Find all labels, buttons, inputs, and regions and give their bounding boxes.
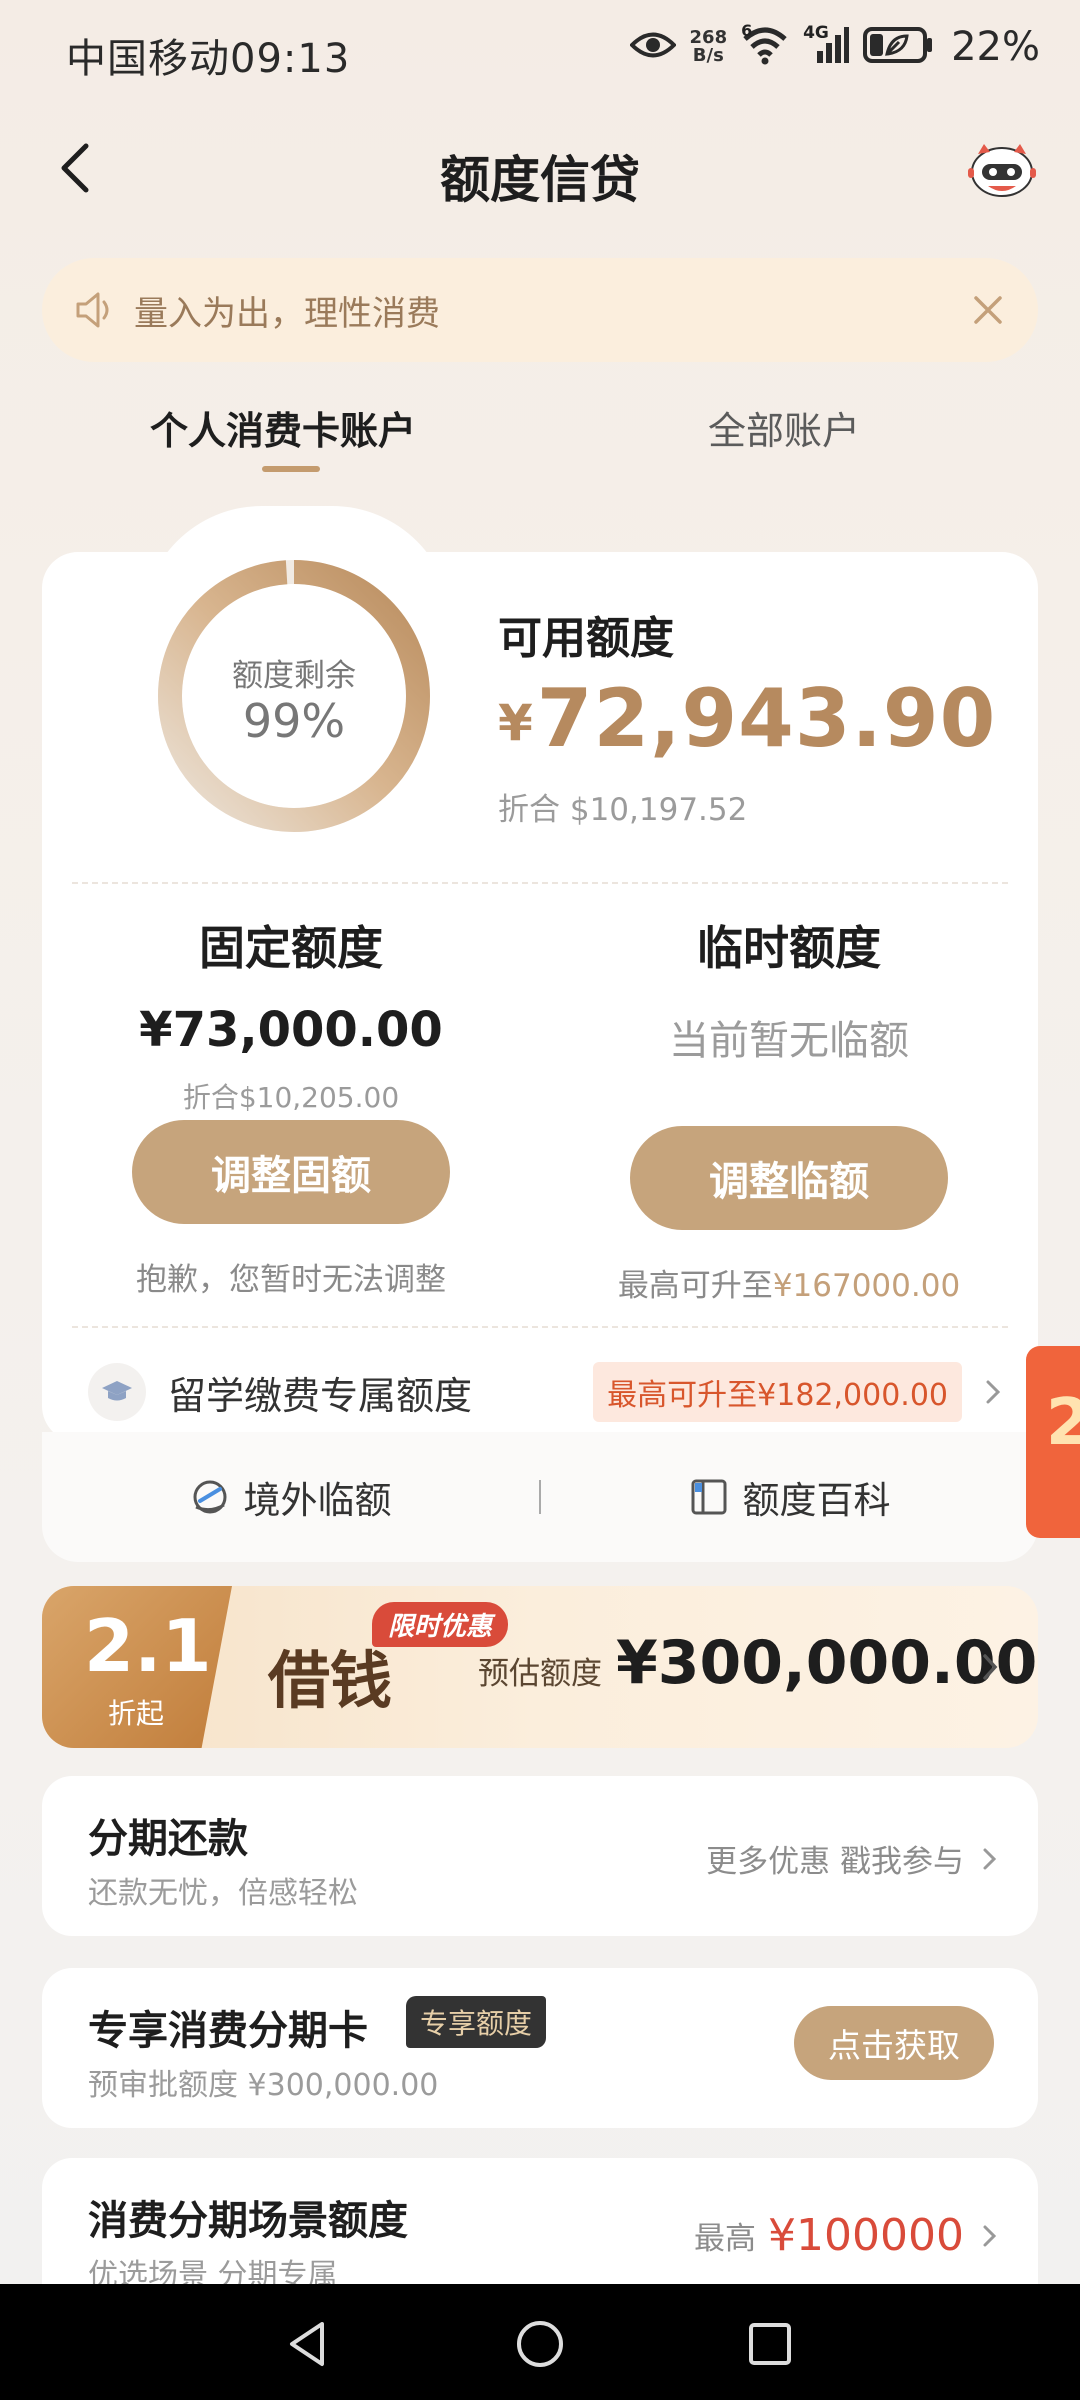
close-icon: [974, 296, 1002, 324]
limited-offer-tag: 限时优惠: [372, 1602, 509, 1647]
carrier-name: 中国移动: [66, 36, 230, 82]
battery-icon: [863, 26, 933, 68]
card-footer-links: 境外临额 额度百科: [42, 1432, 1038, 1562]
system-navigation-bar: [0, 2284, 1080, 2400]
quota-encyclopedia-label: 额度百科: [742, 1479, 891, 1522]
exclusive-card-title: 专享消费分期卡: [88, 2008, 368, 2054]
clock-time: 09:13: [230, 36, 351, 82]
wifi-badge: 6: [741, 21, 753, 40]
nav-bar: 额度信贷: [0, 110, 1080, 230]
get-exclusive-card-button[interactable]: 点击获取: [794, 2006, 994, 2080]
fixed-quota-note: 抱歉，您暂时无法调整: [136, 1262, 446, 1298]
loan-estimate-amount: ¥300,000.00: [616, 1628, 1038, 1698]
currency-symbol: ¥: [498, 694, 533, 752]
installment-repayment-card[interactable]: 分期还款 还款无忧，倍感轻松 更多优惠 戳我参与: [42, 1776, 1038, 1936]
study-abroad-quota-row[interactable]: 留学缴费专属额度 最高可升至¥182,000.00: [42, 1352, 1038, 1432]
speaker-icon: [76, 292, 109, 328]
recent-apps-square-icon[interactable]: [744, 2318, 796, 2370]
divider: [72, 1326, 1008, 1328]
cell-network-label: 4G: [803, 23, 829, 43]
floating-promo-tab[interactable]: 2: [1026, 1346, 1080, 1538]
graduation-cap-icon: [88, 1363, 146, 1421]
temporary-quota-section: 临时额度 当前暂无临额 调整临额 最高可升至¥167000.00: [540, 912, 1038, 1305]
scene-quota-max: 最高 ¥100000: [694, 2210, 998, 2261]
temporary-note-amount: ¥167000.00: [772, 1268, 961, 1304]
mascot-button[interactable]: [968, 140, 1036, 200]
back-triangle-icon[interactable]: [282, 2318, 334, 2370]
ring-percent: 99%: [242, 694, 346, 748]
installment-title: 分期还款: [88, 1816, 248, 1862]
available-amount-value: 72,943.90: [536, 672, 997, 765]
fixed-quota-amount: ¥73,000.00: [139, 1002, 443, 1058]
installment-promo-text: 更多优惠 戳我参与: [706, 1844, 964, 1880]
overseas-temp-quota-label: 境外临额: [243, 1479, 392, 1522]
net-speed-unit: B/s: [692, 45, 724, 66]
page: 中国移动09:13 268 B/s 6 4G 22% 额度信贷 量入为出，理性消…: [0, 0, 1080, 2400]
loan-rate: 2.1: [84, 1604, 212, 1688]
tab-personal-consumer-card[interactable]: 个人消费卡账户: [150, 400, 416, 455]
installment-subtitle: 还款无忧，倍感轻松: [88, 1876, 358, 1911]
globe-plane-icon: [193, 1480, 226, 1514]
scene-quota-title: 消费分期场景额度: [88, 2198, 408, 2244]
status-left: 中国移动09:13: [66, 26, 350, 84]
temporary-note-prefix: 最高可升至: [617, 1268, 773, 1304]
quota-encyclopedia-link[interactable]: 额度百科: [541, 1470, 1038, 1524]
loan-banner[interactable]: 2.1 折起 借钱 限时优惠 预估额度 ¥300,000.00: [42, 1586, 1038, 1748]
chevron-right-icon: [983, 1654, 998, 1680]
study-abroad-label: 留学缴费专属额度: [168, 1373, 473, 1418]
adjust-temporary-quota-button[interactable]: 调整临额: [630, 1126, 948, 1230]
robot-mascot-icon: [968, 144, 1036, 197]
scene-quota-max-amount: ¥100000: [768, 2210, 964, 2261]
ring-label: 额度剩余: [232, 658, 356, 694]
divider: [72, 882, 1008, 884]
floating-promo-text: 2: [1046, 1386, 1080, 1460]
fixed-quota-title: 固定额度: [199, 921, 383, 975]
temporary-quota-note: 最高可升至¥167000.00: [540, 1260, 1038, 1305]
book-icon: [691, 1479, 726, 1515]
chevron-right-icon: [983, 1848, 997, 1869]
loan-rate-suffix: 折起: [108, 1697, 165, 1730]
available-quota-usd: 折合 $10,197.52: [498, 792, 748, 828]
available-quota-amount: ¥72,943.90: [498, 672, 996, 765]
scene-quota-max-label: 最高: [694, 2221, 757, 2257]
adjust-fixed-quota-button[interactable]: 调整固额: [132, 1120, 450, 1224]
notice-close-button[interactable]: [968, 290, 1008, 330]
overseas-temp-quota-link[interactable]: 境外临额: [42, 1470, 539, 1524]
study-abroad-max-badge: 最高可升至¥182,000.00: [593, 1362, 962, 1422]
page-title: 额度信贷: [440, 151, 640, 209]
installment-promo-link[interactable]: 更多优惠 戳我参与: [706, 1836, 998, 1881]
loan-estimate-label: 预估额度: [478, 1656, 602, 1692]
chevron-right-icon: [983, 2225, 997, 2246]
eye-icon: [628, 30, 677, 64]
status-right: 268 B/s 6 4G 22%: [628, 21, 1040, 70]
notice-banner: 量入为出，理性消费: [42, 258, 1038, 362]
battery-percent: 22%: [951, 24, 1040, 70]
exclusive-quota-badge: 专享额度: [406, 1996, 547, 2048]
temporary-quota-title: 临时额度: [697, 921, 881, 975]
available-quota-label: 可用额度: [498, 613, 674, 664]
fixed-quota-section: 固定额度 ¥73,000.00 折合$10,205.00 调整固额 抱歉，您暂时…: [42, 912, 540, 1299]
cellular-signal-icon: 4G: [803, 23, 850, 69]
tab-all-accounts[interactable]: 全部账户: [708, 400, 860, 455]
notice-text: 量入为出，理性消费: [134, 293, 440, 334]
net-speed: 268 B/s: [690, 29, 728, 65]
exclusive-installment-card: 专享消费分期卡 专享额度 预审批额度 ¥300,000.00 点击获取: [42, 1968, 1038, 2128]
temporary-quota-none: 当前暂无临额: [669, 1018, 909, 1064]
chevron-right-icon: [986, 1380, 1001, 1404]
fixed-quota-usd: 折合$10,205.00: [182, 1081, 400, 1114]
status-bar: 中国移动09:13 268 B/s 6 4G 22%: [0, 0, 1080, 100]
wifi-icon: 6: [741, 21, 789, 69]
exclusive-card-subtitle: 预审批额度 ¥300,000.00: [88, 2068, 439, 2103]
home-circle-icon[interactable]: [514, 2318, 566, 2370]
tab-active-indicator: [262, 466, 320, 472]
credit-summary-card: 额度剩余 99% 可用额度 ¥72,943.90 折合 $10,197.52 固…: [42, 552, 1038, 1442]
account-tabs: 个人消费卡账户 全部账户: [0, 400, 1080, 480]
